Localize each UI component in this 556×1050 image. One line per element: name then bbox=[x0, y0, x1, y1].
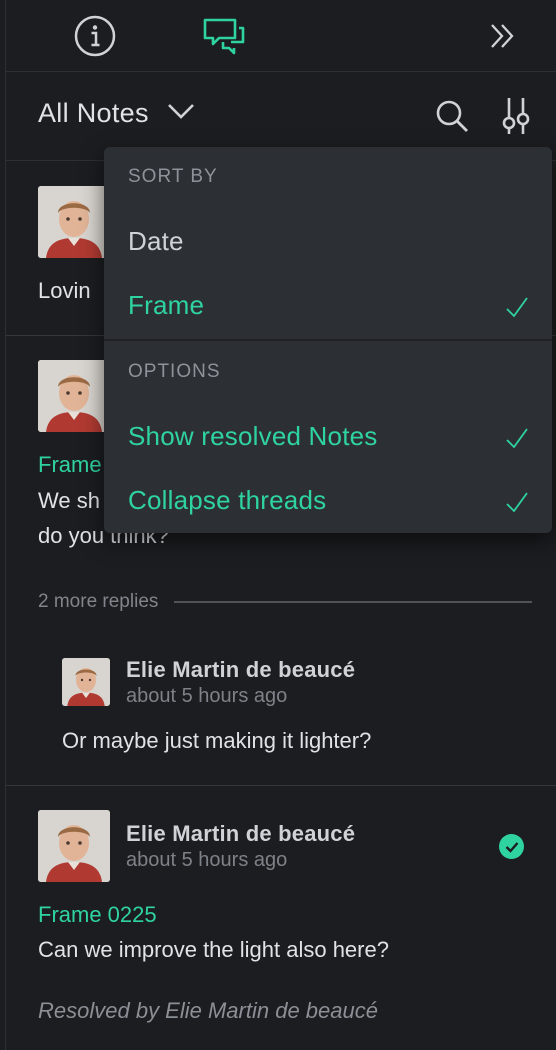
chevron-down-icon bbox=[167, 102, 195, 125]
notes-filter-label: All Notes bbox=[38, 98, 149, 128]
note-body: Lovin bbox=[38, 278, 91, 303]
sort-options-menu: SORT BY Date Frame OPTIONS Show resolved… bbox=[104, 147, 552, 533]
reply-body: Or maybe just making it lighter? bbox=[62, 728, 372, 753]
frame-link[interactable]: Frame 0225 bbox=[38, 902, 157, 928]
chat-bubbles-icon[interactable] bbox=[200, 12, 248, 60]
checkmark-icon bbox=[506, 428, 528, 449]
replies-divider bbox=[174, 601, 532, 603]
sort-option-label: Frame bbox=[128, 290, 205, 320]
sort-option-label: Date bbox=[128, 226, 184, 256]
more-replies-toggle[interactable]: 2 more replies bbox=[38, 591, 532, 613]
note-card[interactable]: Elie Martin de beaucé about 5 hours ago … bbox=[6, 786, 556, 1050]
note-body-line: We sh bbox=[38, 488, 100, 513]
search-icon[interactable] bbox=[430, 94, 474, 138]
checkmark-icon bbox=[506, 297, 528, 318]
note-author: Elie Martin de beaucé bbox=[126, 821, 356, 846]
frame-link[interactable]: Frame bbox=[38, 452, 102, 478]
sort-by-heading: SORT BY bbox=[128, 166, 218, 187]
option-label: Collapse threads bbox=[128, 485, 327, 515]
menu-divider bbox=[104, 339, 552, 341]
option-collapse-threads[interactable]: Collapse threads bbox=[104, 473, 552, 529]
more-replies-label: 2 more replies bbox=[38, 591, 159, 612]
avatar bbox=[38, 360, 110, 432]
reply-timestamp: about 5 hours ago bbox=[126, 685, 288, 707]
double-chevron-right-icon[interactable] bbox=[479, 12, 527, 60]
sort-option-date[interactable]: Date bbox=[104, 214, 552, 270]
resolved-check-icon[interactable] bbox=[499, 834, 524, 859]
info-icon[interactable] bbox=[71, 12, 119, 60]
sort-options-icon[interactable] bbox=[494, 94, 538, 138]
avatar bbox=[38, 186, 110, 258]
sort-option-frame[interactable]: Frame bbox=[104, 278, 552, 334]
note-timestamp: about 5 hours ago bbox=[126, 849, 288, 871]
option-label: Show resolved Notes bbox=[128, 421, 378, 451]
checkmark-icon bbox=[506, 492, 528, 513]
reply-author: Elie Martin de beaucé bbox=[126, 657, 356, 682]
resolved-by-text: Resolved by Elie Martin de beaucé bbox=[38, 998, 378, 1023]
notes-filter-dropdown[interactable]: All Notes bbox=[38, 98, 195, 129]
option-show-resolved-notes[interactable]: Show resolved Notes bbox=[104, 409, 552, 465]
avatar bbox=[38, 810, 110, 882]
note-body: Can we improve the light also here? bbox=[38, 937, 389, 962]
panel-tab-bar bbox=[6, 0, 556, 72]
avatar bbox=[62, 658, 110, 706]
options-heading: OPTIONS bbox=[128, 361, 221, 382]
